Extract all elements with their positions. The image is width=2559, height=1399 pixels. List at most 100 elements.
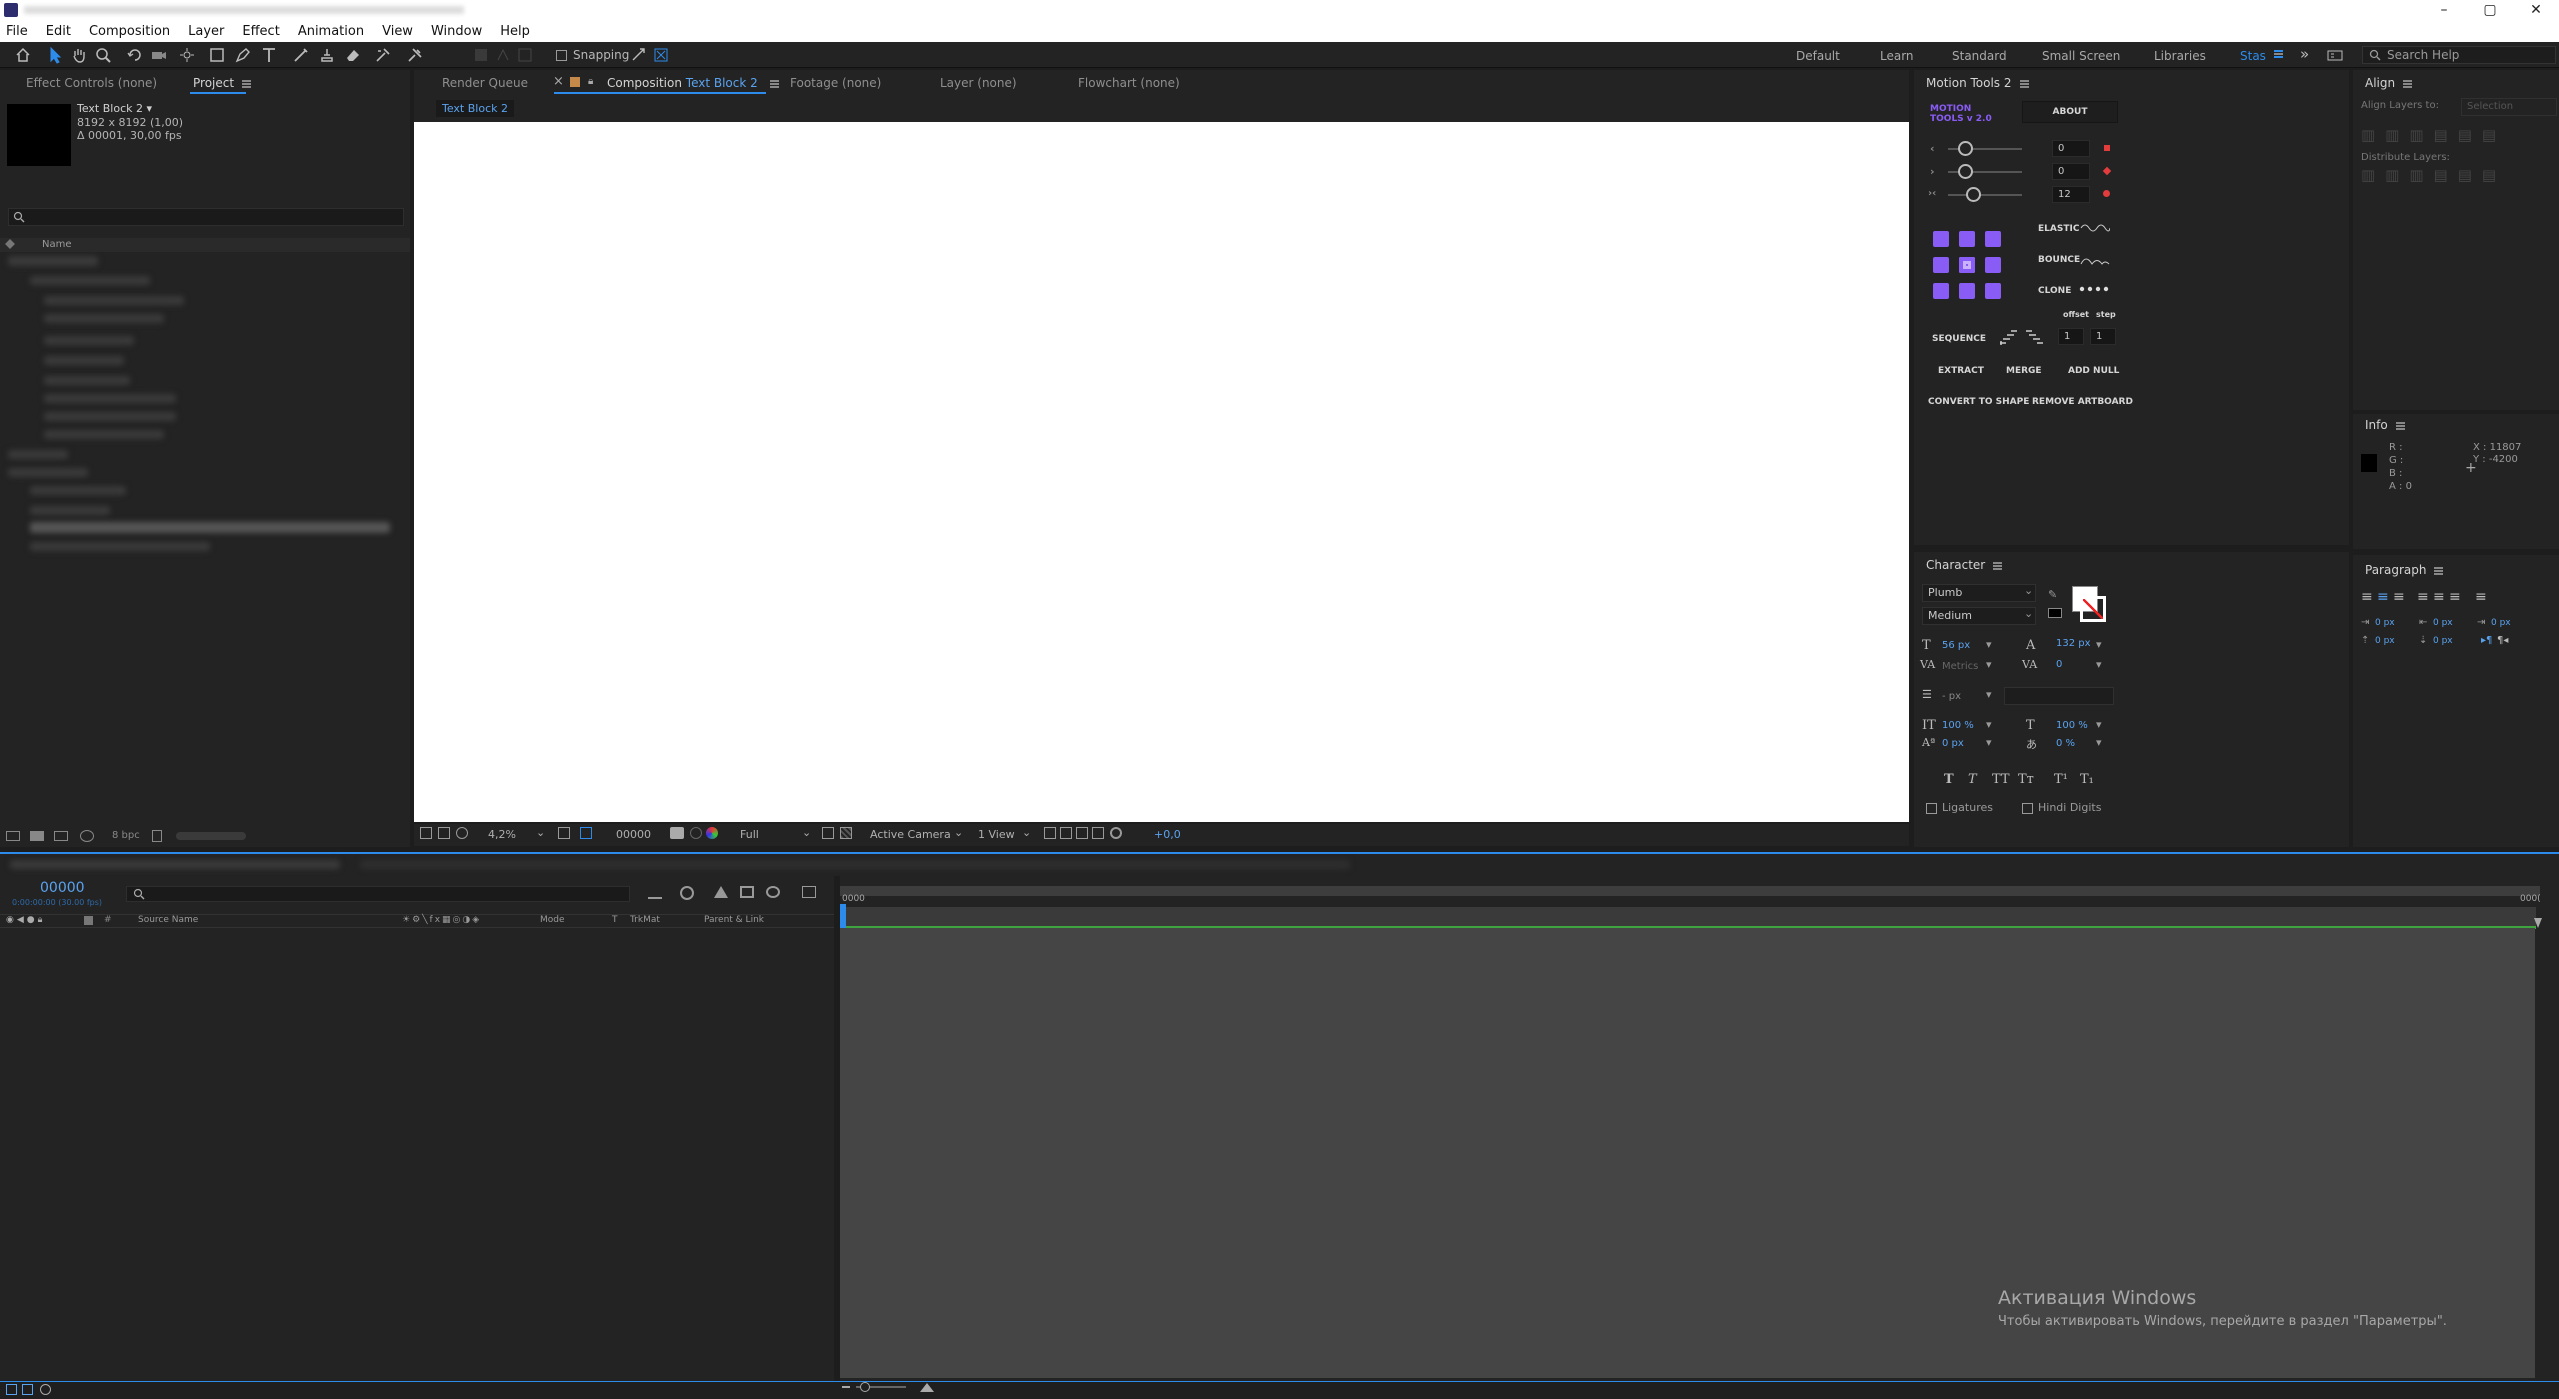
workspace-stas[interactable]: Stas [2240,49,2266,63]
exposure-reset-icon[interactable] [1110,827,1122,839]
tab-flowchart[interactable]: Flowchart (none) [1078,76,1180,90]
align-right-text-icon[interactable]: ≡ [2393,589,2405,605]
clone-button[interactable]: CLONE [2038,286,2071,296]
ease-out-key-icon[interactable] [2102,166,2112,176]
timeline-zoom-knob[interactable] [860,1382,870,1392]
first-line-indent-value[interactable]: 0 px [2491,618,2511,628]
pen-tool-icon[interactable] [234,46,252,64]
column-trkmat[interactable]: TrkMat [630,915,660,925]
toggle-pixel-aspect-icon[interactable] [1044,827,1056,839]
stroke-color-swatch[interactable] [2080,596,2106,622]
clone-stamp-tool-icon[interactable] [318,46,336,64]
chevron-down-icon[interactable]: ⌄ [536,826,545,839]
justify-all-icon[interactable]: ≡ [2475,589,2487,605]
draft-3d-icon[interactable] [680,886,694,900]
tab-footage[interactable]: Footage (none) [790,76,881,90]
ease-out-value[interactable]: 0 [2052,163,2090,180]
remove-artboard-button[interactable]: REMOVE ARTBOARD [2032,397,2133,407]
panel-menu-icon[interactable] [242,80,252,88]
work-area-bar[interactable] [840,886,2540,896]
small-caps-icon[interactable]: Tт [2018,772,2034,787]
axis-mode-icon-2[interactable] [494,46,512,64]
convert-to-shape-button[interactable]: CONVERT TO SHAPE [1928,397,2029,407]
ease-both-slider-knob[interactable] [1966,187,1981,202]
transparency-grid-icon[interactable] [840,827,852,839]
font-family-dropdown[interactable]: Plumb [1922,584,2036,602]
elastic-button[interactable]: ELASTIC [2038,224,2079,234]
step-value[interactable]: 1 [2090,328,2116,345]
bpc-label[interactable]: 8 bpc [112,830,140,841]
menu-view[interactable]: View [382,24,413,39]
anchor-center[interactable] [1959,257,1975,273]
menu-window[interactable]: Window [431,24,482,39]
flowchart-icon[interactable] [1092,827,1104,839]
chevron-down-icon[interactable]: ▾ [1986,638,1992,651]
ease-both-slider-track[interactable] [1948,194,2022,196]
anchor-middle-right[interactable] [1985,257,2001,273]
project-item-blurred[interactable] [8,256,98,266]
about-button[interactable]: ABOUT [2022,101,2118,123]
tab-effect-controls[interactable]: Effect Controls (none) [26,76,157,90]
project-item-blurred[interactable] [30,276,150,285]
brush-tool-icon[interactable] [292,46,310,64]
faux-italic-icon[interactable]: T [1968,772,1977,787]
layer-switch-icons[interactable]: ☀⚙╲fx▦◎◑◈ [402,915,481,925]
interpret-footage-icon[interactable] [6,831,20,841]
sequence-forward-icon[interactable] [1998,328,2018,346]
ease-both-value[interactable]: 12 [2052,186,2090,203]
region-of-interest-icon[interactable] [822,827,834,839]
label-tag-icon[interactable] [5,239,15,249]
mask-visibility-icon[interactable] [456,827,468,839]
menu-animation[interactable]: Animation [298,24,364,39]
ease-in-slider-knob[interactable] [1958,141,1973,156]
project-item-blurred[interactable] [44,314,164,323]
menu-file[interactable]: File [6,24,28,39]
hand-tool-icon[interactable] [70,46,88,64]
rtl-direction-icon[interactable]: ¶◂ [2497,635,2508,646]
axis-mode-icon-1[interactable] [472,46,490,64]
pan-behind-tool-icon[interactable] [178,46,196,64]
zoom-dropdown[interactable]: 4,2% [488,828,516,841]
camera-dropdown[interactable]: Active Camera [870,828,951,841]
project-item-blurred[interactable] [8,450,68,459]
timeline-timecode[interactable]: 00000 [40,880,85,896]
snapping-toggle[interactable]: Snapping [556,48,629,62]
extract-button[interactable]: EXTRACT [1938,366,1984,376]
new-folder-icon[interactable] [30,831,44,841]
anchor-top-left[interactable] [1933,231,1949,247]
workspace-overflow-icon[interactable]: » [2300,45,2309,63]
align-target-dropdown[interactable]: Selection [2461,98,2557,116]
viewer-timecode[interactable]: 00000 [616,828,651,841]
chevron-down-icon[interactable]: ▾ [1986,718,1992,731]
column-mode[interactable]: Mode [540,915,565,925]
view-layout-dropdown[interactable]: 1 View [978,828,1015,841]
rectangle-tool-icon[interactable] [208,46,226,64]
safe-zones-icon[interactable] [558,827,570,839]
ease-in-key-icon[interactable] [2104,145,2110,151]
time-ruler[interactable] [840,907,2536,927]
clone-dots-icon[interactable] [2078,284,2110,294]
tab-render-queue[interactable]: Render Queue [442,76,528,90]
exposure-value[interactable]: +0,0 [1154,828,1181,841]
layer-switches-toggle-icon[interactable] [6,1384,17,1395]
always-preview-icon[interactable] [420,827,432,839]
ease-out-slider-knob[interactable] [1958,164,1973,179]
align-left-text-icon[interactable]: ≡ [2361,589,2373,605]
tracking-value[interactable]: 0 [2056,659,2062,670]
toggle-mask-icon[interactable] [580,827,592,839]
tab-project[interactable]: Project [193,76,252,90]
current-time-indicator[interactable] [840,904,846,928]
leading-value[interactable]: 132 px [2056,638,2091,649]
bounce-curve-icon[interactable] [2080,253,2110,265]
column-t[interactable]: T [612,915,618,925]
tab-layer[interactable]: Layer (none) [940,76,1017,90]
composition-viewer[interactable] [414,122,1909,822]
project-search-input[interactable] [8,208,404,226]
motion-blur-icon[interactable] [766,886,780,898]
black-swatch[interactable] [2048,608,2062,618]
chevron-down-icon[interactable]: ▾ [2096,638,2102,651]
puppet-pin-tool-icon[interactable] [406,46,424,64]
thumbnail-slider[interactable] [176,832,246,840]
indent-right-value[interactable]: 0 px [2433,618,2453,628]
minimize-button[interactable]: – [2421,0,2467,20]
